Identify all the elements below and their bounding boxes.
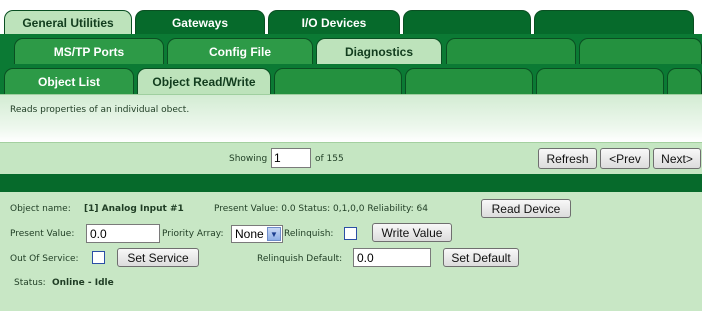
- page-count-label: of 155: [315, 154, 344, 164]
- present-value-input[interactable]: [86, 224, 160, 243]
- tab-diagnostics[interactable]: Diagnostics: [316, 38, 442, 64]
- showing-label: Showing: [229, 154, 268, 164]
- tab-object-read-write[interactable]: Object Read/Write: [137, 68, 271, 94]
- priority-array-select[interactable]: None ▼: [231, 225, 283, 243]
- tab-gateways[interactable]: Gateways: [135, 10, 265, 34]
- out-of-service-checkbox[interactable]: [92, 251, 105, 264]
- present-value-status-text: Present Value: 0.0 Status: 0,1,0,0 Relia…: [214, 204, 428, 214]
- tab-blank-2[interactable]: [534, 10, 694, 34]
- sub-tab-bar: MS/TP Ports Config File Diagnostics: [0, 34, 702, 64]
- relinquish-label: Relinquish:: [284, 229, 334, 239]
- object-name-label: Object name:: [10, 204, 71, 214]
- divider-bar: [0, 174, 702, 192]
- tab-blank-3[interactable]: [446, 38, 576, 64]
- refresh-button[interactable]: Refresh: [538, 148, 597, 169]
- set-service-button[interactable]: Set Service: [117, 248, 199, 267]
- tab-general-utilities[interactable]: General Utilities: [4, 10, 132, 34]
- next-button[interactable]: Next>: [653, 148, 701, 169]
- read-device-button[interactable]: Read Device: [481, 199, 571, 218]
- out-of-service-label: Out Of Service:: [10, 254, 79, 264]
- chevron-down-icon[interactable]: ▼: [267, 227, 281, 241]
- priority-array-selected: None: [235, 227, 264, 241]
- main-tab-bar: General Utilities Gateways I/O Devices: [0, 0, 702, 34]
- relinquish-checkbox[interactable]: [344, 227, 357, 240]
- relinquish-default-input[interactable]: [353, 248, 431, 267]
- tab-blank-6[interactable]: [405, 68, 533, 94]
- set-default-button[interactable]: Set Default: [443, 248, 519, 267]
- page-number-input[interactable]: [271, 148, 311, 168]
- present-value-label: Present Value:: [10, 229, 75, 239]
- priority-array-label: Priority Array:: [162, 229, 224, 239]
- tab-blank-8[interactable]: [667, 68, 702, 94]
- write-value-button[interactable]: Write Value: [372, 223, 452, 242]
- status-label: Status:: [14, 278, 46, 288]
- tab-blank-4[interactable]: [579, 38, 702, 64]
- object-name-value: [1] Analog Input #1: [84, 204, 184, 214]
- tab-blank-5[interactable]: [274, 68, 402, 94]
- object-read-write-panel: Object name: [1] Analog Input #1 Present…: [0, 192, 702, 311]
- tab-blank-7[interactable]: [536, 68, 664, 94]
- status-value: Online - Idle: [52, 278, 114, 288]
- diagnostics-tab-bar: Object List Object Read/Write: [0, 64, 702, 94]
- description-text: Reads properties of an individual obect.: [10, 105, 190, 115]
- tab-mstp-ports[interactable]: MS/TP Ports: [14, 38, 164, 64]
- tab-config-file[interactable]: Config File: [167, 38, 313, 64]
- prev-button[interactable]: <Prev: [600, 148, 650, 169]
- tab-object-list[interactable]: Object List: [4, 68, 134, 94]
- tab-blank-1[interactable]: [403, 10, 531, 34]
- description-panel: Reads properties of an individual obect.: [0, 94, 702, 142]
- relinquish-default-label: Relinquish Default:: [257, 254, 343, 264]
- navigation-bar: Showing of 155 Refresh <Prev Next>: [0, 142, 702, 174]
- tab-io-devices[interactable]: I/O Devices: [268, 10, 400, 34]
